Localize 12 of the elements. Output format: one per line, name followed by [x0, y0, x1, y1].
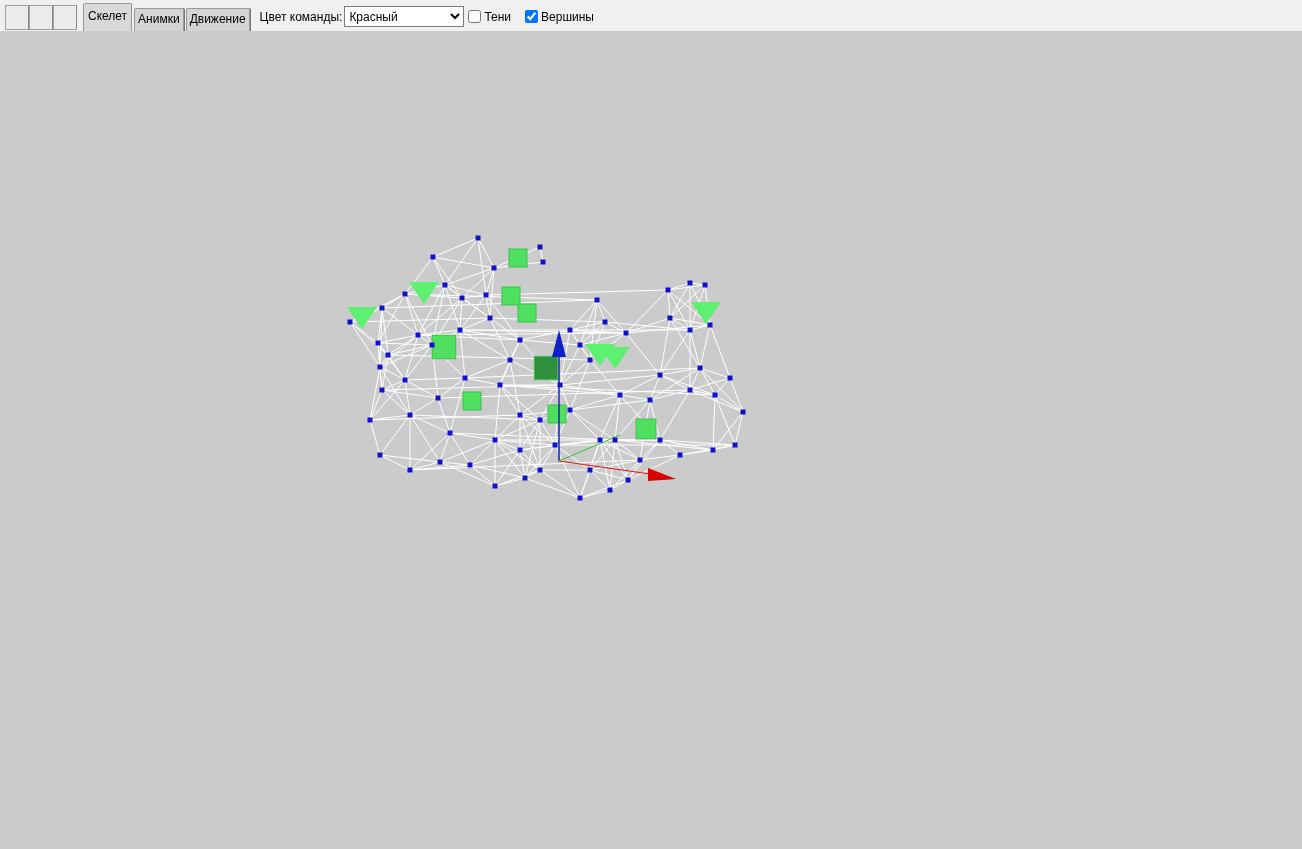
tab[interactable]: Движение — [185, 8, 250, 31]
checkbox[interactable] — [468, 10, 482, 23]
toolbar-button[interactable] — [5, 5, 29, 30]
checkbox-label: Тени — [484, 9, 512, 24]
tab[interactable]: Анимки — [134, 8, 184, 31]
toolbar-button[interactable] — [53, 5, 77, 30]
toolbar-button[interactable] — [29, 5, 53, 30]
tab[interactable]: Скелет — [83, 3, 133, 31]
checkbox-label: Вершины — [541, 9, 594, 24]
team-color-dropdown[interactable]: Красный — [344, 6, 465, 27]
checkbox[interactable] — [525, 10, 539, 23]
team-color-label: Цвет команды: — [259, 9, 343, 24]
